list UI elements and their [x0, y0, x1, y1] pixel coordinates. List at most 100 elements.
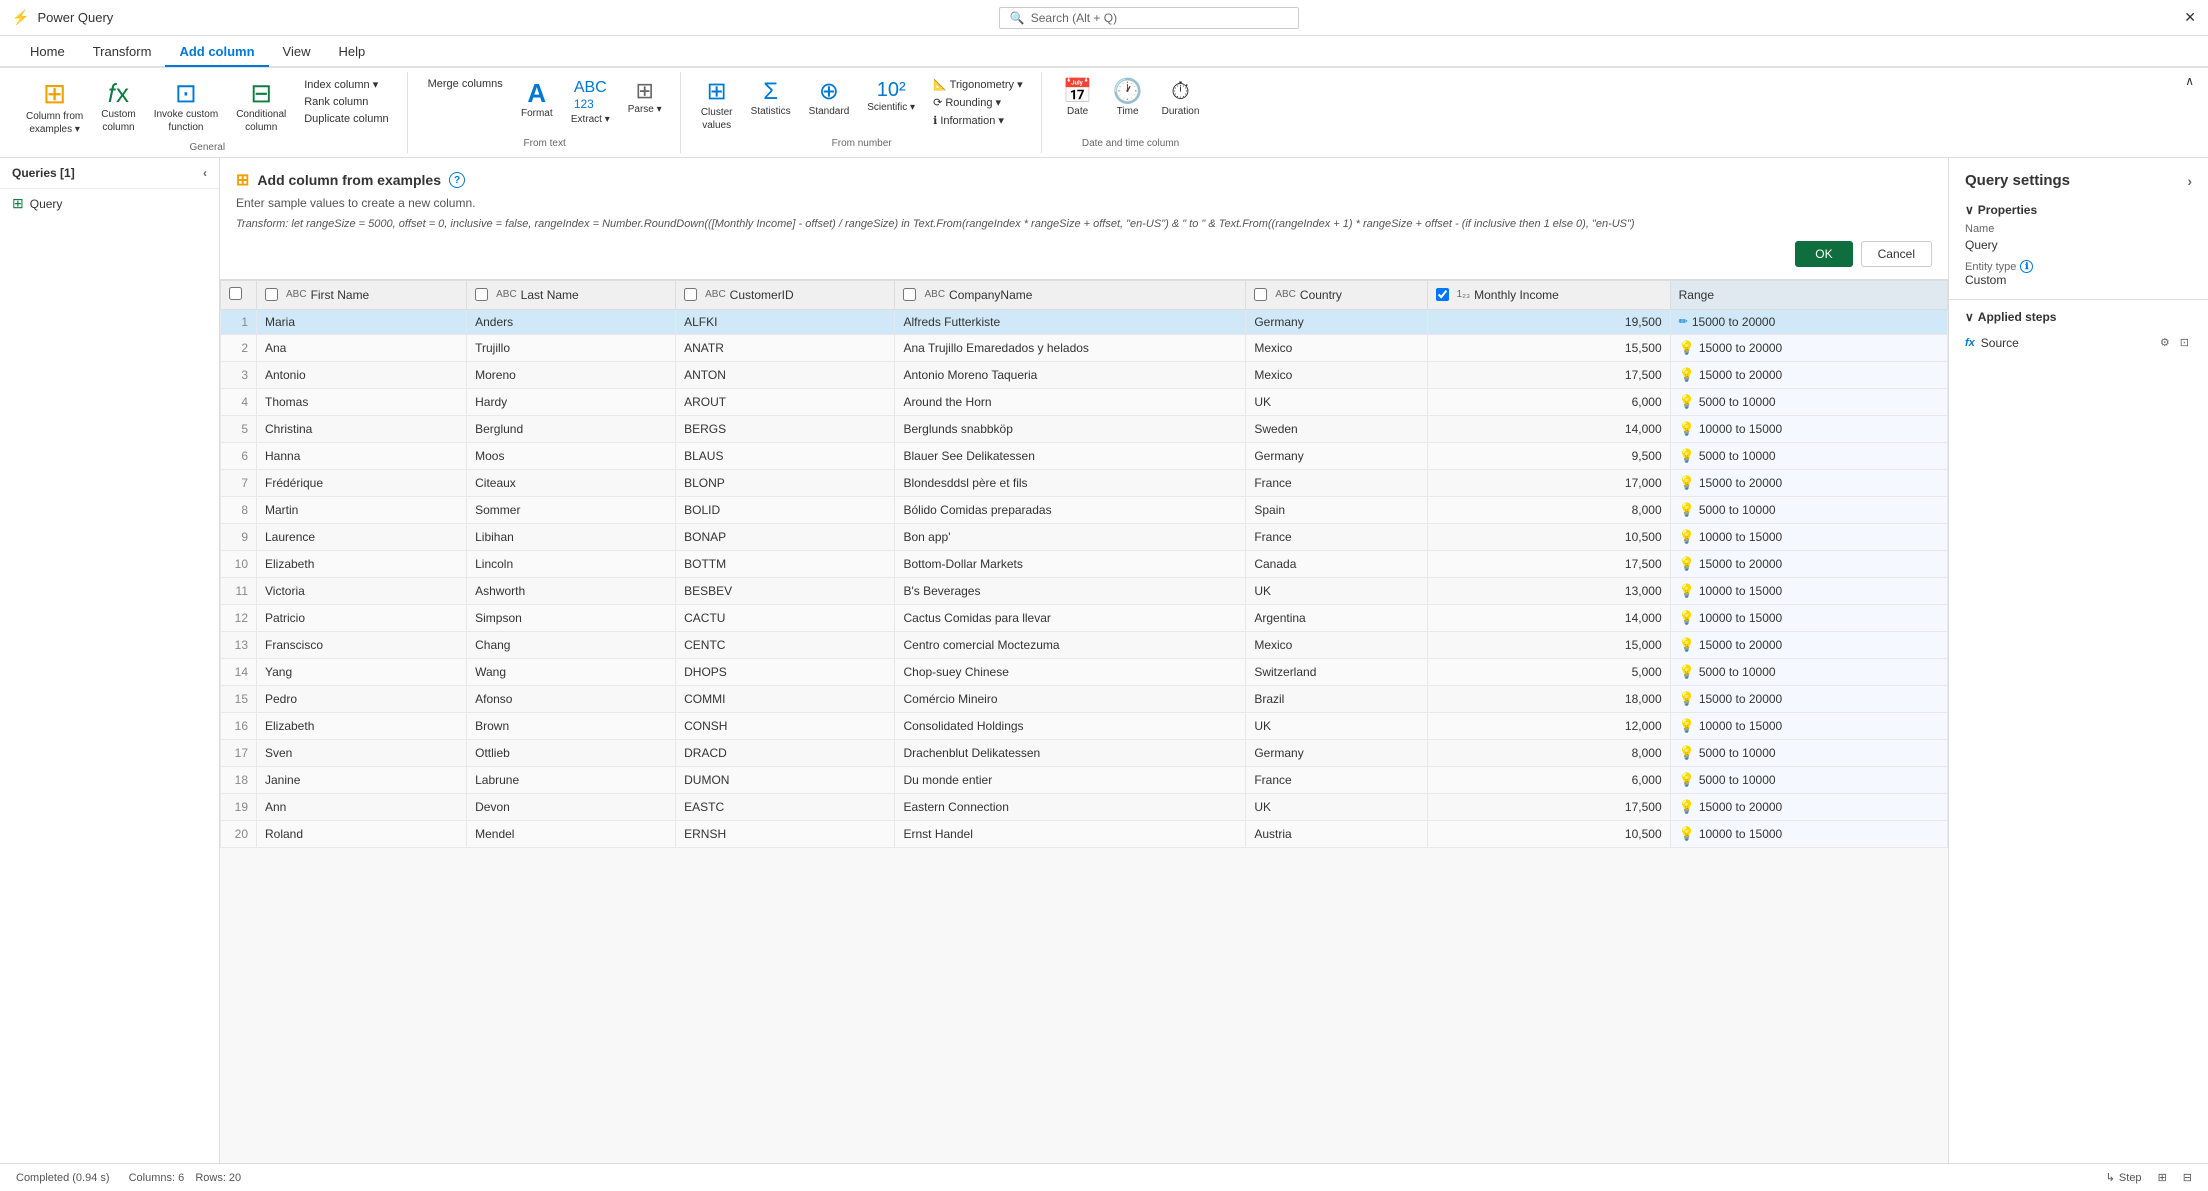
cell-company-14: Chop-suey Chinese [895, 658, 1246, 685]
qs-step-source-nav[interactable]: ⊡ [2177, 335, 2192, 350]
ribbon-btn-duration[interactable]: ⏱ Duration [1156, 76, 1206, 121]
col-header-monthly-income[interactable]: 1₂₃ Monthly Income [1427, 280, 1670, 309]
cell-firstname-19: Ann [257, 793, 467, 820]
cell-firstname-2: Ana [257, 334, 467, 361]
cell-cid-17: DRACD [676, 739, 895, 766]
conditional-column-icon: ⊟ [250, 80, 272, 106]
cancel-button[interactable]: Cancel [1861, 241, 1932, 267]
ribbon-btn-index-column[interactable]: Index column ▾ [298, 76, 394, 93]
ribbon-text-items: Merge columns A Format ABC123 Extract ▾ … [422, 72, 668, 136]
col-header-range[interactable]: Range [1670, 280, 1947, 309]
ribbon-btn-invoke-function[interactable]: ⊡ Invoke customfunction [148, 76, 224, 138]
range-col-label: Range [1679, 288, 1714, 302]
bulb-icon-8: 💡 [1679, 502, 1695, 518]
ok-button[interactable]: OK [1795, 241, 1852, 267]
ribbon-btn-duplicate-column[interactable]: Duplicate column [298, 111, 394, 127]
format-icon: A [527, 80, 546, 106]
ribbon-btn-cluster-values[interactable]: ⊞ Clustervalues [695, 76, 739, 136]
qs-expand-icon[interactable]: › [2187, 173, 2192, 189]
col-header-firstname[interactable]: ABC First Name [257, 280, 467, 309]
qs-steps-title[interactable]: ∨ Applied steps [1965, 304, 2192, 330]
cell-country-13: Mexico [1246, 631, 1427, 658]
range-value-13: 15000 to 20000 [1699, 638, 1782, 652]
cell-rownum-10: 10 [221, 550, 257, 577]
cell-rownum-12: 12 [221, 604, 257, 631]
step-btn[interactable]: ↳ Step [2106, 1171, 2142, 1184]
ribbon-btn-scientific[interactable]: 10² Scientific ▾ [861, 76, 921, 117]
ribbon-btn-rounding[interactable]: ⟳ Rounding ▾ [927, 94, 1029, 111]
close-button[interactable]: ✕ [2184, 9, 2196, 26]
column-from-examples-icon: ⊞ [43, 80, 66, 108]
examples-panel-info-icon[interactable]: ? [449, 172, 465, 188]
tab-view[interactable]: View [269, 38, 325, 67]
cell-rownum-4: 4 [221, 388, 257, 415]
cell-income-19: 17,500 [1427, 793, 1670, 820]
table-row: 1 Maria Anders ALFKI Alfreds Futterkiste… [221, 309, 1948, 334]
tab-add-column[interactable]: Add column [165, 38, 268, 67]
status-bar: Completed (0.94 s) Columns: 6 Rows: 20 ↳… [0, 1163, 2208, 1191]
qs-entity-type-info-icon[interactable]: ℹ [2020, 260, 2033, 273]
customerid-col-checkbox[interactable] [684, 288, 697, 301]
qs-properties-title[interactable]: ∨ Properties [1965, 197, 2192, 223]
cell-country-9: France [1246, 523, 1427, 550]
cell-company-12: Cactus Comidas para llevar [895, 604, 1246, 631]
cell-cid-18: DUMON [676, 766, 895, 793]
ribbon-btn-statistics[interactable]: Σ Statistics [745, 76, 797, 121]
conditional-column-label: Conditionalcolumn [236, 108, 286, 134]
cell-income-12: 14,000 [1427, 604, 1670, 631]
format-label: Format [521, 108, 553, 119]
country-col-checkbox[interactable] [1254, 288, 1267, 301]
ribbon-btn-standard[interactable]: ⊕ Standard [803, 76, 856, 121]
cell-firstname-10: Elizabeth [257, 550, 467, 577]
ribbon-group-from-text-label: From text [524, 136, 566, 153]
companyname-type-icon: ABC [924, 289, 945, 300]
col-header-customerid[interactable]: ABC CustomerID [676, 280, 895, 309]
ribbon-btn-time[interactable]: 🕐 Time [1106, 76, 1150, 121]
col-header-country[interactable]: ABC Country [1246, 280, 1427, 309]
col-header-lastname[interactable]: ABC Last Name [467, 280, 676, 309]
table-row: 2 Ana Trujillo ANATR Ana Trujillo Emared… [221, 334, 1948, 361]
income-type-icon: 1₂₃ [1457, 289, 1471, 300]
ribbon-btn-trigonometry[interactable]: 📐 Trigonometry ▾ [927, 76, 1029, 93]
ribbon-btn-parse[interactable]: ⊞ Parse ▾ [622, 76, 668, 119]
status-bar-right: ↳ Step ⊞ ⊟ [2106, 1171, 2192, 1184]
ribbon-btn-information[interactable]: ℹ Information ▾ [927, 112, 1029, 129]
queries-panel-collapse[interactable]: ‹ [203, 166, 207, 180]
cell-range-4: 💡 5000 to 10000 [1670, 388, 1947, 415]
ribbon-btn-merge-columns[interactable]: Merge columns [422, 76, 509, 92]
col-header-companyname[interactable]: ABC CompanyName [895, 280, 1246, 309]
country-type-icon: ABC [1275, 289, 1296, 300]
range-value-18: 5000 to 10000 [1699, 773, 1776, 787]
ribbon-btn-column-from-examples[interactable]: ⊞ Column fromexamples ▾ [20, 76, 89, 140]
ribbon-btn-custom-column[interactable]: 𝑓x Customcolumn [95, 76, 141, 138]
ribbon-btn-conditional-column[interactable]: ⊟ Conditionalcolumn [230, 76, 292, 138]
lastname-col-checkbox[interactable] [475, 288, 488, 301]
ribbon-number-small: 📐 Trigonometry ▾ ⟳ Rounding ▾ ℹ Informat… [927, 76, 1029, 129]
ribbon-btn-date[interactable]: 📅 Date [1056, 76, 1100, 121]
qs-entity-type-row: Entity type ℹ [1965, 260, 2192, 273]
table-toggle-btn[interactable]: ⊟ [2183, 1171, 2192, 1184]
custom-column-icon: 𝑓x [108, 80, 129, 106]
qs-step-source-label[interactable]: Source [1981, 336, 2019, 350]
search-bar[interactable]: 🔍 Search (Alt + Q) [999, 7, 1299, 29]
query-item-query[interactable]: ⊞ Query [0, 189, 219, 218]
tab-home[interactable]: Home [16, 38, 79, 67]
table-row: 7 Frédérique Citeaux BLONP Blondesddsl p… [221, 469, 1948, 496]
income-col-checkbox[interactable] [1436, 288, 1449, 301]
ribbon-btn-rank-column[interactable]: Rank column [298, 94, 394, 110]
companyname-col-checkbox[interactable] [903, 288, 916, 301]
tab-help[interactable]: Help [325, 38, 380, 67]
qs-step-source-gear[interactable]: ⚙ [2157, 335, 2173, 350]
tab-transform[interactable]: Transform [79, 38, 166, 67]
range-value-15: 15000 to 20000 [1699, 692, 1782, 706]
ribbon-btn-format[interactable]: A Format [515, 76, 559, 123]
ribbon-btn-extract[interactable]: ABC123 Extract ▾ [565, 76, 616, 129]
ribbon-collapse-btn[interactable]: ∧ [2179, 72, 2200, 153]
select-all-checkbox[interactable] [229, 287, 242, 300]
cell-firstname-9: Laurence [257, 523, 467, 550]
cell-range-1[interactable]: ✏ 15000 to 20000 [1670, 309, 1947, 334]
view-toggle-btn[interactable]: ⊞ [2158, 1171, 2167, 1184]
firstname-col-checkbox[interactable] [265, 288, 278, 301]
cell-country-20: Austria [1246, 820, 1427, 847]
cell-rownum-13: 13 [221, 631, 257, 658]
